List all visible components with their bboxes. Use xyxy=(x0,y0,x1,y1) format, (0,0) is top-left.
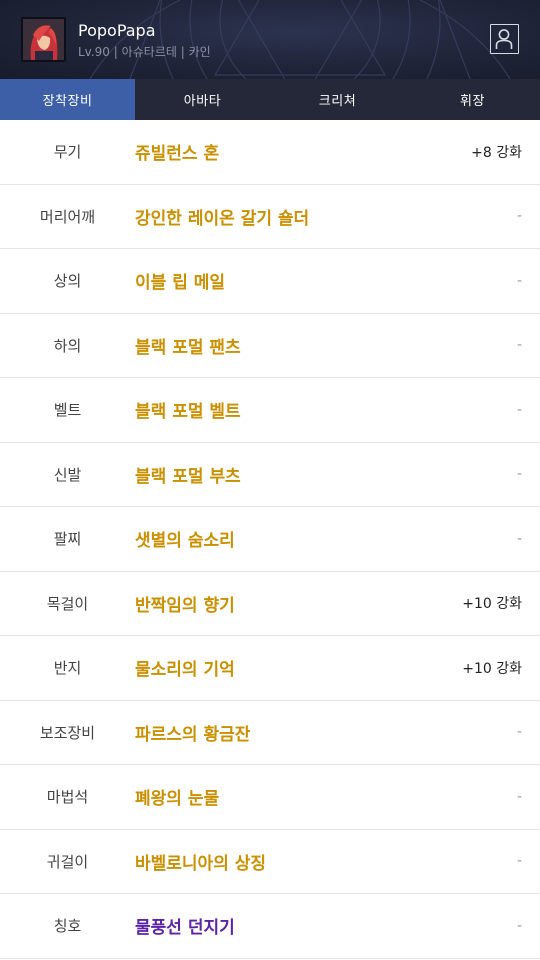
enhance-level: - xyxy=(516,208,522,225)
item-name: 폐왕의 눈물 xyxy=(135,789,220,810)
tab-emblem[interactable]: 휘장 xyxy=(405,79,540,120)
slot-label: 상의 xyxy=(53,272,82,291)
equipment-row-magic-stone[interactable]: 마법석 폐왕의 눈물 - xyxy=(0,765,540,830)
info-separator: | xyxy=(180,45,185,59)
equipment-row-necklace[interactable]: 목걸이 반짝임의 향기 +10 강화 xyxy=(0,572,540,636)
enhance-level: +8 강화 xyxy=(471,144,522,161)
enhance-level: +10 강화 xyxy=(462,596,522,613)
tab-creature[interactable]: 크리쳐 xyxy=(270,79,405,120)
tab-bar: 장착장비 아바타 크리쳐 휘장 xyxy=(0,79,540,120)
character-avatar[interactable] xyxy=(21,17,66,62)
equipment-row-shoes[interactable]: 신발 블랙 포멀 부츠 - xyxy=(0,443,540,507)
equipment-row-bracelet[interactable]: 팔찌 샛별의 숨소리 - xyxy=(0,507,540,572)
enhance-level: - xyxy=(516,724,522,741)
equipment-row-title[interactable]: 칭호 물풍선 던지기 - xyxy=(0,894,540,959)
item-name: 물풍선 던지기 xyxy=(135,918,235,939)
slot-label: 무기 xyxy=(53,143,82,162)
profile-person-icon xyxy=(495,29,513,49)
slot-label: 보조장비 xyxy=(39,723,96,742)
character-info: Lv.90 | 아슈타르테 | 카인 xyxy=(78,44,211,60)
enhance-level: - xyxy=(516,917,522,934)
slot-label: 벨트 xyxy=(53,401,82,420)
item-name: 이블 립 메일 xyxy=(135,273,226,294)
slot-label: 반지 xyxy=(53,659,82,678)
character-server: 아슈타르테 xyxy=(121,45,177,59)
character-level: Lv.90 xyxy=(78,45,110,59)
enhance-level: - xyxy=(516,337,522,354)
slot-label: 하의 xyxy=(53,336,82,355)
equipment-row-shoulder[interactable]: 머리어깨 강인한 레이온 갈기 숄더 - xyxy=(0,185,540,249)
enhance-level: +10 강화 xyxy=(462,660,522,677)
enhance-level: - xyxy=(516,272,522,289)
enhance-level: - xyxy=(516,788,522,805)
character-portrait-icon xyxy=(23,19,64,60)
item-name: 바벨로니아의 상징 xyxy=(135,853,267,874)
profile-button[interactable] xyxy=(490,24,519,54)
enhance-level: - xyxy=(516,530,522,547)
character-class: 카인 xyxy=(188,45,211,59)
slot-label: 칭호 xyxy=(53,917,82,936)
item-name: 블랙 포멀 부츠 xyxy=(135,466,241,487)
item-name: 블랙 포멀 벨트 xyxy=(135,402,241,423)
equipment-list: 무기 쥬빌런스 혼 +8 강화 머리어깨 강인한 레이온 갈기 숄더 - 상의 … xyxy=(0,120,540,959)
item-name: 파르스의 황금잔 xyxy=(135,724,251,745)
slot-label: 머리어깨 xyxy=(39,207,96,226)
item-name: 블랙 포멀 팬츠 xyxy=(135,337,241,358)
equipment-row-earring[interactable]: 귀걸이 바벨로니아의 상징 - xyxy=(0,830,540,894)
equipment-row-sub-equipment[interactable]: 보조장비 파르스의 황금잔 - xyxy=(0,701,540,765)
equipment-row-bottom[interactable]: 하의 블랙 포멀 팬츠 - xyxy=(0,314,540,378)
slot-label: 신발 xyxy=(53,465,82,484)
character-name: PopoPapa xyxy=(78,21,156,40)
equipment-row-ring[interactable]: 반지 물소리의 기억 +10 강화 xyxy=(0,636,540,701)
equipment-row-weapon[interactable]: 무기 쥬빌런스 혼 +8 강화 xyxy=(0,120,540,185)
item-name: 샛별의 숨소리 xyxy=(135,531,235,552)
slot-label: 목걸이 xyxy=(46,594,89,613)
tab-avatar[interactable]: 아바타 xyxy=(135,79,270,120)
character-header: PopoPapa Lv.90 | 아슈타르테 | 카인 xyxy=(0,0,540,79)
enhance-level: - xyxy=(516,401,522,418)
equipment-row-belt[interactable]: 벨트 블랙 포멀 벨트 - xyxy=(0,378,540,443)
enhance-level: - xyxy=(516,853,522,870)
slot-label: 팔찌 xyxy=(53,530,82,549)
equipment-row-top[interactable]: 상의 이블 립 메일 - xyxy=(0,249,540,314)
item-name: 강인한 레이온 갈기 숄더 xyxy=(135,208,310,229)
tab-equipment[interactable]: 장착장비 xyxy=(0,79,135,120)
enhance-level: - xyxy=(516,466,522,483)
slot-label: 귀걸이 xyxy=(46,852,89,871)
info-separator: | xyxy=(113,45,118,59)
slot-label: 마법석 xyxy=(46,788,89,807)
